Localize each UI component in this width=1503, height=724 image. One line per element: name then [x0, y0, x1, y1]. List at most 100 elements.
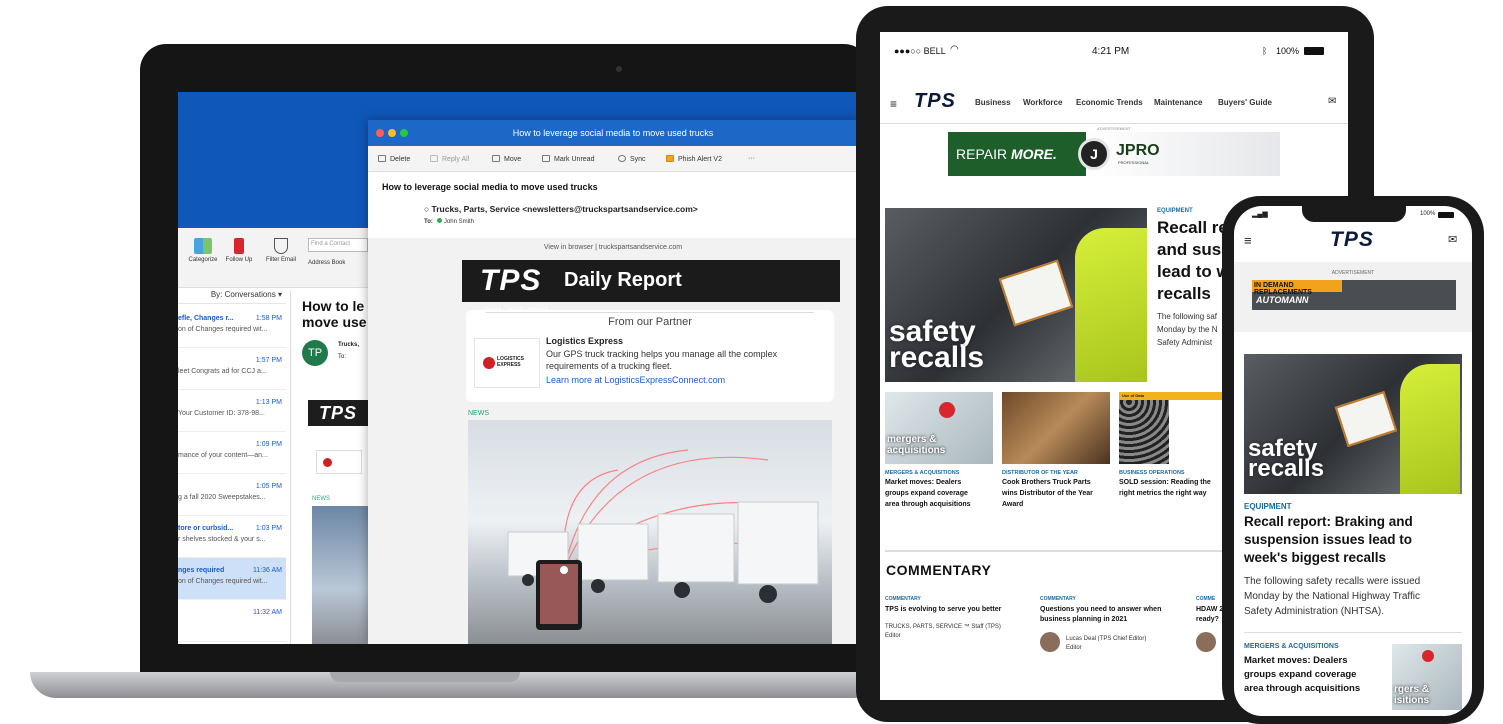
address-book-button[interactable]: Address Book — [308, 260, 345, 266]
commentary-role-1: Editor — [885, 633, 901, 639]
phish-alert-icon — [666, 155, 674, 162]
message-to: To: John Smith — [424, 218, 474, 225]
hamburger-menu-icon[interactable]: ≡ — [890, 97, 897, 111]
message-subject: How to leverage social media to move use… — [382, 182, 598, 192]
delete-button[interactable]: Delete — [378, 155, 410, 163]
close-icon[interactable] — [376, 129, 384, 137]
reply-all-button[interactable]: Reply All — [430, 155, 469, 163]
filter-email-button[interactable]: Filter Email — [266, 238, 296, 263]
safety-vest — [1075, 228, 1147, 382]
list-item[interactable]: 1:05 PM g a fall 2020 Sweepstakes... — [178, 474, 286, 516]
minimize-icon[interactable] — [388, 129, 396, 137]
follow-up-button[interactable]: Follow Up — [224, 238, 254, 263]
avatar — [1196, 632, 1216, 652]
commentary-category-3[interactable]: COMME — [1196, 596, 1215, 602]
find-contact-input[interactable]: Find a Contact — [308, 238, 368, 252]
hero-image[interactable]: safety recalls — [1244, 354, 1462, 494]
reading-from: Trucks, — [338, 342, 360, 348]
tps-logo: TPS TRUCKS • PARTS • SERVICE — [480, 264, 549, 311]
mail-icon[interactable]: ✉ — [1328, 96, 1336, 107]
card-category-1[interactable]: MERGERS & ACQUISITIONS — [885, 470, 959, 476]
mark-unread-button[interactable]: Mark Unread — [542, 155, 594, 163]
sync-button[interactable]: Sync — [618, 155, 646, 163]
nav-workforce[interactable]: Workforce — [1023, 98, 1062, 107]
partner-link[interactable]: Learn more at LogisticsExpressConnect.co… — [546, 375, 725, 385]
hamburger-menu-icon[interactable]: ≡ — [1244, 233, 1252, 248]
card-category-2[interactable]: DISTRIBUTOR OF THE YEAR — [1002, 470, 1078, 476]
conversation-sort[interactable]: By: Conversations ▾ — [178, 290, 286, 304]
commentary-category-1[interactable]: COMMENTARY — [885, 596, 921, 602]
categorize-button[interactable]: Categorize — [188, 238, 218, 263]
message-body: View in browser | truckspartsandservice.… — [368, 238, 858, 644]
news-image[interactable] — [468, 420, 832, 644]
logistics-logo-mini — [316, 450, 362, 474]
card-thumb[interactable]: rgers & isitions — [1392, 644, 1462, 710]
thumb-business-ops[interactable]: Use of Data — [1119, 392, 1227, 464]
window-title: How to leverage social media to move use… — [512, 128, 714, 138]
mail-icon[interactable]: ✉ — [1448, 233, 1457, 246]
laptop-screen: Categorize Follow Up Filter Email Find a… — [178, 92, 858, 644]
signal-icon: ▂▄▆ — [1252, 211, 1268, 218]
laptop-camera — [616, 66, 622, 72]
jpro-logo-icon: J — [1078, 138, 1110, 170]
partner-name: Logistics Express — [546, 336, 624, 346]
thumb-mergers[interactable]: mergers & acquisitions — [885, 392, 993, 464]
outlook-ribbon: Categorize Follow Up Filter Email Find a… — [178, 228, 378, 288]
list-item[interactable]: 1:09 PM mance of your content—an... — [178, 432, 286, 474]
message-window: How to leverage social media to move use… — [368, 120, 858, 644]
commentary-role-2: Editor — [1066, 645, 1082, 651]
list-item[interactable]: tore or curbsid... 1:03 PM r shelves stock… — [178, 516, 286, 558]
list-item[interactable]: efle, Changes r... 1:58 PM on of Changes r… — [178, 306, 286, 348]
maximize-icon[interactable] — [400, 129, 408, 137]
list-item[interactable]: 1:57 PM leet Congrats ad for CCJ a... — [178, 348, 286, 390]
move-button[interactable]: Move — [492, 155, 521, 163]
commentary-headline-1[interactable]: TPS is evolving to serve you better — [885, 605, 1001, 615]
avatar: TP — [302, 340, 328, 366]
hero-image[interactable]: safety recalls — [885, 208, 1147, 382]
tps-logo[interactable]: TPS — [914, 90, 956, 113]
ad-label: ADVERTISEMENT — [1331, 270, 1375, 276]
hero-category[interactable]: EQUIPMENT — [1157, 208, 1193, 214]
categorize-icon — [194, 238, 212, 254]
mark-unread-icon — [542, 155, 550, 162]
list-item[interactable]: nges required 11:36 AM on of Changes requi… — [178, 558, 286, 600]
article-category[interactable]: EQUIPMENT — [1244, 502, 1292, 511]
more-button[interactable]: ··· — [748, 155, 755, 162]
ad-banner[interactable]: REPAIR MORE. J JPRO PROFESSIONAL — [948, 132, 1280, 176]
phone-notch — [1302, 206, 1406, 222]
tps-logo[interactable]: TPS — [1330, 228, 1374, 252]
phish-alert-button[interactable]: Phish Alert V2 — [666, 155, 722, 163]
thumb-distributor[interactable] — [1002, 392, 1110, 464]
filter-icon — [274, 238, 288, 254]
list-item[interactable]: 11:32 AM — [178, 600, 286, 642]
laptop-hinge — [330, 672, 520, 682]
nav-buyers-guide[interactable]: Buyers' Guide — [1218, 98, 1272, 107]
view-in-browser-link[interactable]: View in browser | truckspartsandservice.… — [368, 244, 858, 251]
partner-card: From our Partner LOGISTICS EXPRESS Logis… — [466, 310, 834, 402]
commentary-heading: COMMENTARY — [886, 562, 992, 578]
window-titlebar: How to leverage social media to move use… — [368, 120, 858, 146]
move-icon — [492, 155, 500, 162]
reading-title: How to le move use — [302, 298, 367, 330]
carrier: ●●●○○ BELL — [894, 46, 946, 56]
divider — [486, 312, 814, 313]
nav-economic-trends[interactable]: Economic Trends — [1076, 98, 1143, 107]
ad-brand-sub: PROFESSIONAL — [1118, 160, 1150, 165]
ad-text: REPAIR MORE. — [956, 146, 1057, 162]
message-from: ○ Trucks, Parts, Service <newsletters@tr… — [424, 204, 698, 214]
sync-icon — [618, 155, 626, 162]
card-category-3[interactable]: BUSINESS OPERATIONS — [1119, 470, 1185, 476]
nav-maintenance[interactable]: Maintenance — [1154, 98, 1202, 107]
wifi-icon: ◠ — [950, 44, 959, 55]
tps-logo-mini: TPS — [308, 400, 368, 426]
phone-screen: ▂▄▆ 100% ≡ TPS ✉ ADVERTISEMENT IN DEMAND… — [1234, 206, 1472, 716]
card-category[interactable]: MERGERS & ACQUISITIONS — [1244, 643, 1339, 650]
commentary-category-2[interactable]: COMMENTARY — [1040, 596, 1076, 602]
nav-business[interactable]: Business — [975, 98, 1011, 107]
partner-description: Our GPS truck tracking helps you manage … — [546, 349, 778, 371]
banner-title: Daily Report — [564, 269, 682, 291]
ad-banner[interactable]: IN DEMAND REPLACEMENTS AUTOMANN — [1252, 280, 1456, 310]
list-item[interactable]: 1:13 PM Your Customer ID: 378-98... — [178, 390, 286, 432]
status-bar: ●●●○○ BELL ◠ 4:21 PM ᛒ 100% — [880, 32, 1348, 72]
news-label: NEWS — [468, 410, 489, 417]
